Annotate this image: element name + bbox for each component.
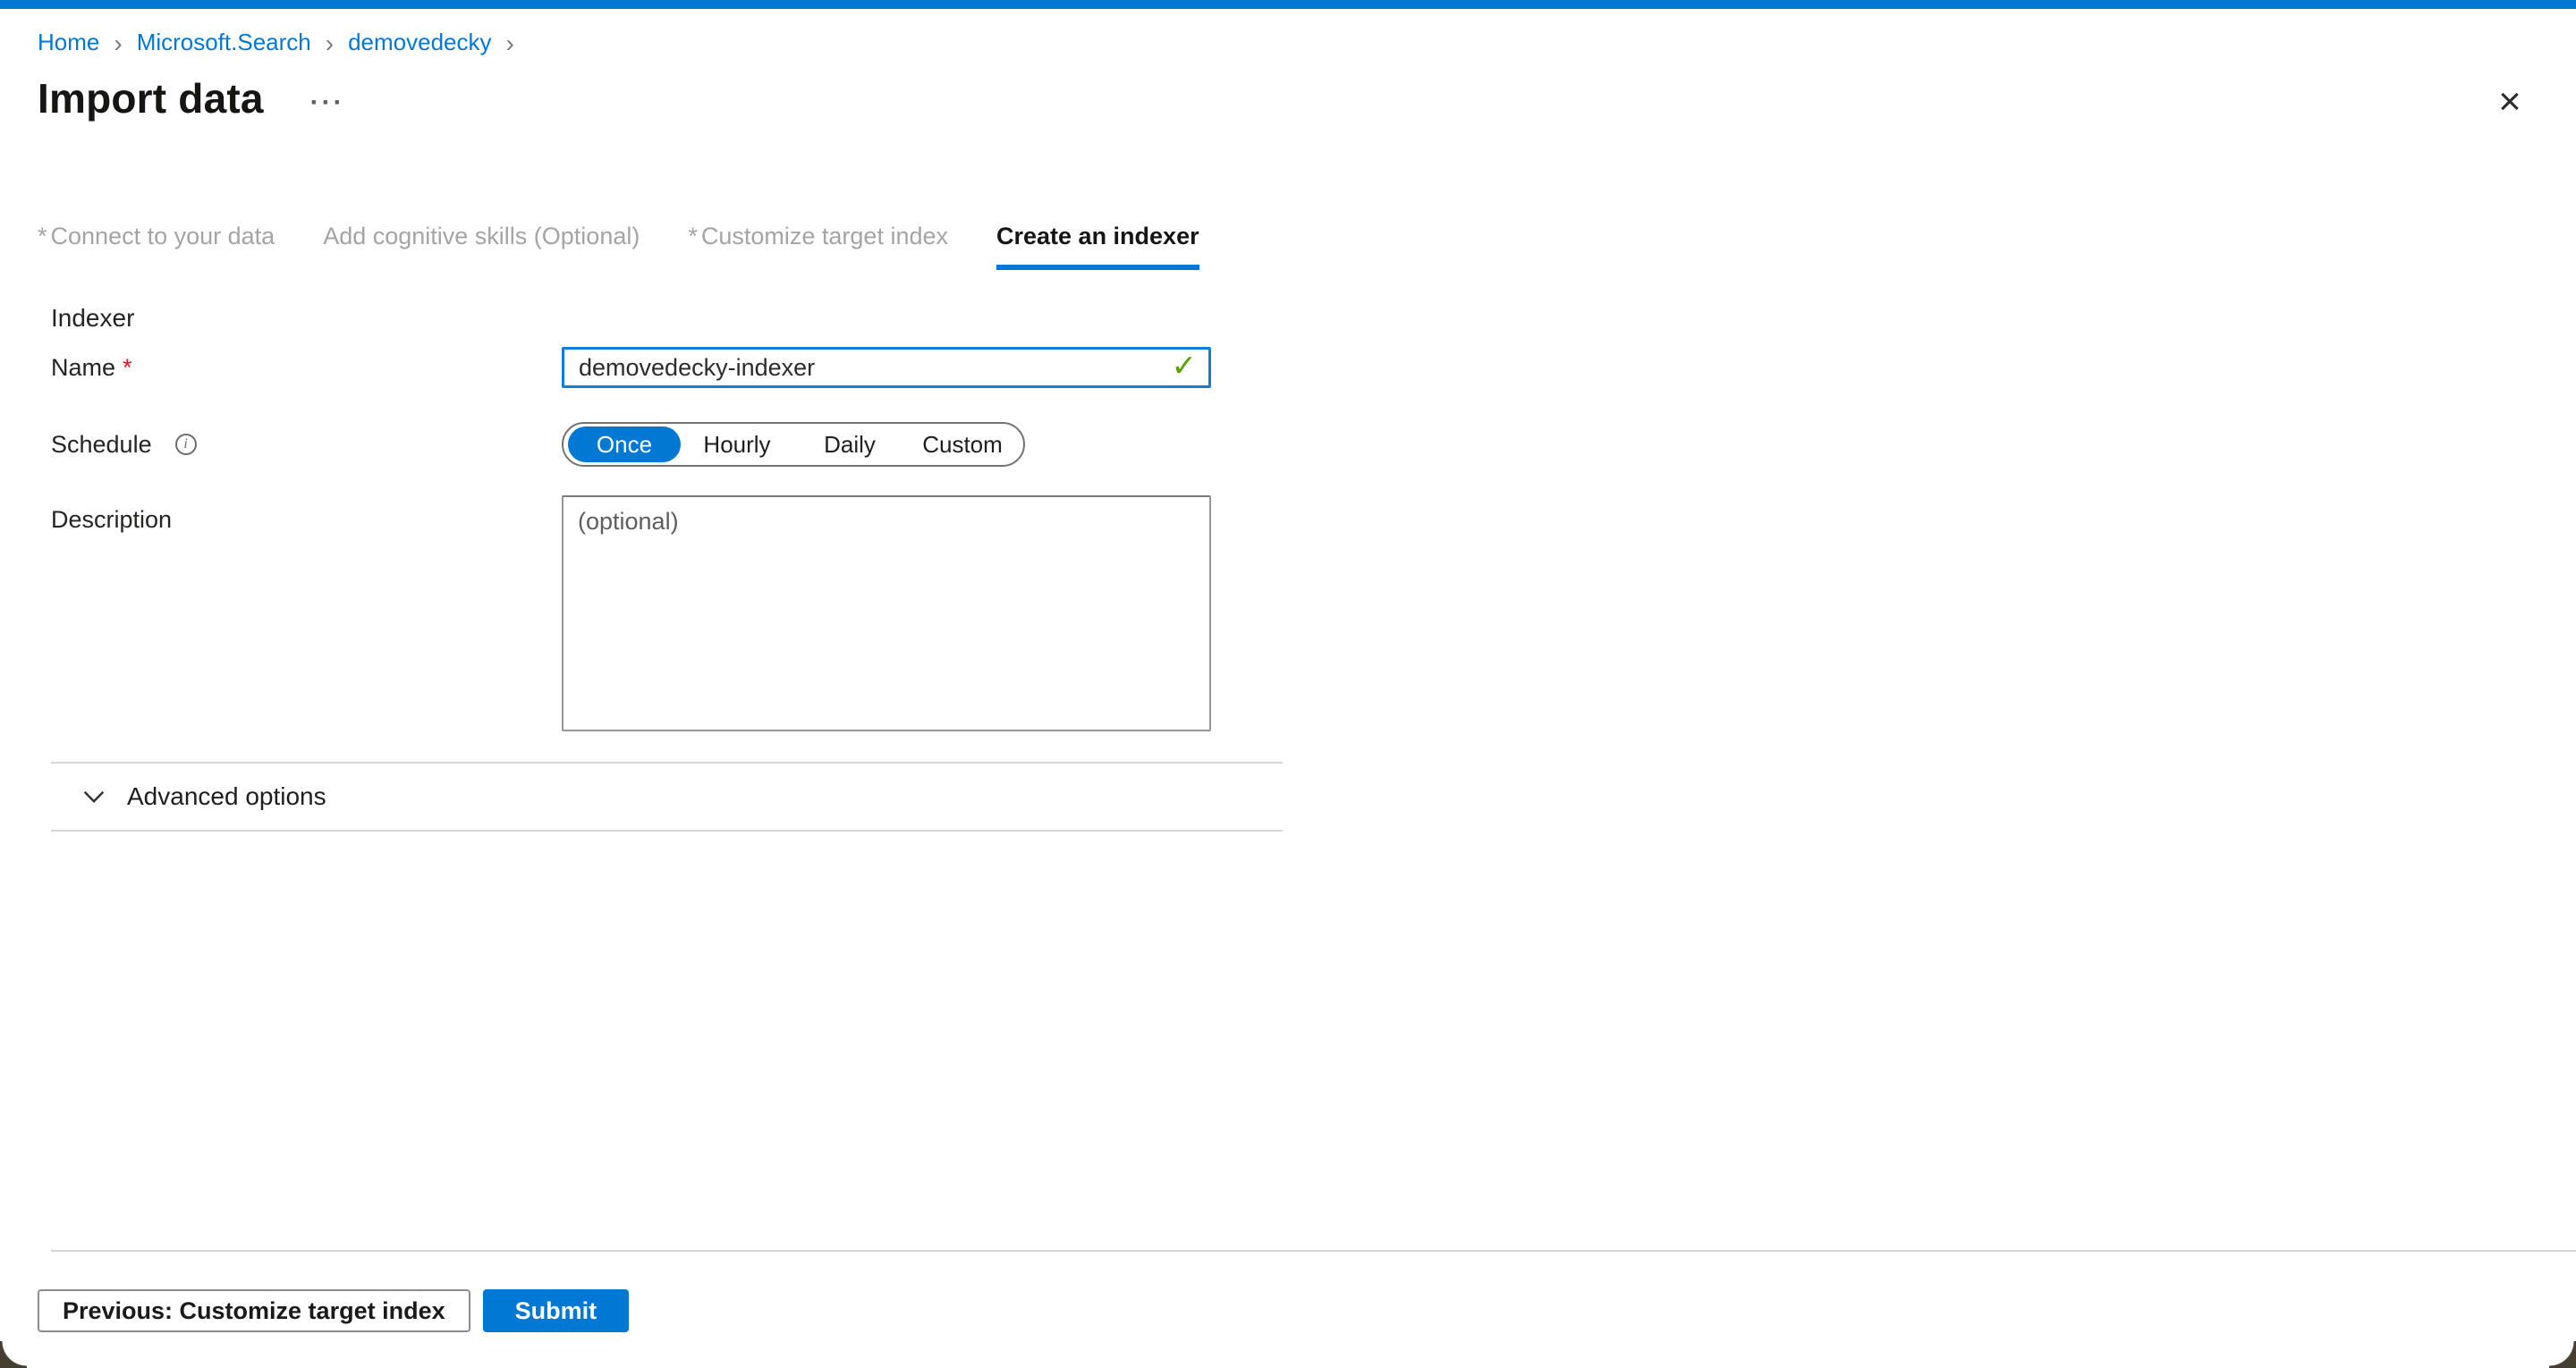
footer-divider bbox=[51, 1250, 2576, 1252]
schedule-option-custom[interactable]: Custom bbox=[906, 426, 1019, 462]
tab-label: Connect to your data bbox=[51, 223, 275, 249]
breadcrumb-service-link[interactable]: Microsoft.Search bbox=[137, 29, 311, 56]
tab-add-cognitive-skills[interactable]: Add cognitive skills (Optional) bbox=[323, 223, 640, 265]
indexer-name-input[interactable] bbox=[562, 347, 1211, 388]
breadcrumb-home-link[interactable]: Home bbox=[38, 29, 99, 56]
tab-label: Customize target index bbox=[701, 223, 948, 249]
divider bbox=[51, 830, 1283, 832]
description-textarea[interactable] bbox=[562, 495, 1211, 731]
submit-button[interactable]: Submit bbox=[483, 1289, 630, 1332]
footer-buttons: Previous: Customize target index Submit bbox=[38, 1289, 629, 1332]
top-accent-bar bbox=[0, 0, 2576, 9]
chevron-down-icon bbox=[80, 783, 107, 810]
info-icon[interactable]: i bbox=[175, 434, 197, 455]
advanced-options-toggle[interactable]: Advanced options bbox=[38, 764, 2576, 830]
schedule-label: Schedule i bbox=[38, 431, 562, 459]
tab-label: Create an indexer bbox=[996, 223, 1199, 249]
required-marker: * bbox=[688, 223, 698, 249]
breadcrumb-resource-link[interactable]: demovedecky bbox=[348, 29, 491, 56]
chevron-right-icon: › bbox=[326, 30, 334, 56]
page-title: Import data bbox=[38, 74, 264, 122]
schedule-option-hourly[interactable]: Hourly bbox=[681, 426, 793, 462]
tab-create-an-indexer[interactable]: Create an indexer bbox=[996, 223, 1199, 270]
tab-customize-target-index[interactable]: *Customize target index bbox=[688, 223, 948, 265]
close-icon[interactable]: × bbox=[2487, 79, 2533, 125]
schedule-segmented-control: Once Hourly Daily Custom bbox=[562, 422, 1025, 467]
more-options-icon[interactable]: ··· bbox=[310, 80, 345, 116]
required-asterisk: * bbox=[123, 354, 132, 382]
schedule-option-once[interactable]: Once bbox=[568, 426, 681, 462]
tab-connect-to-your-data[interactable]: *Connect to your data bbox=[38, 223, 275, 265]
tab-label: Add cognitive skills (Optional) bbox=[323, 223, 640, 249]
section-title-indexer: Indexer bbox=[38, 304, 2576, 333]
chevron-right-icon: › bbox=[114, 30, 122, 56]
wizard-tabs: *Connect to your data Add cognitive skil… bbox=[38, 223, 2576, 270]
description-label: Description bbox=[38, 506, 562, 534]
name-label: Name* bbox=[38, 354, 562, 382]
required-marker: * bbox=[38, 223, 47, 249]
chevron-right-icon: › bbox=[506, 30, 514, 56]
schedule-option-daily[interactable]: Daily bbox=[793, 426, 906, 462]
breadcrumb: Home › Microsoft.Search › demovedecky › bbox=[38, 29, 2576, 56]
advanced-options-label: Advanced options bbox=[127, 782, 326, 811]
indexer-form: Indexer Name* ✓ Schedule i Once Hourly D… bbox=[38, 304, 2576, 832]
previous-step-button[interactable]: Previous: Customize target index bbox=[38, 1289, 470, 1332]
import-data-panel: Home › Microsoft.Search › demovedecky › … bbox=[0, 9, 2576, 1368]
